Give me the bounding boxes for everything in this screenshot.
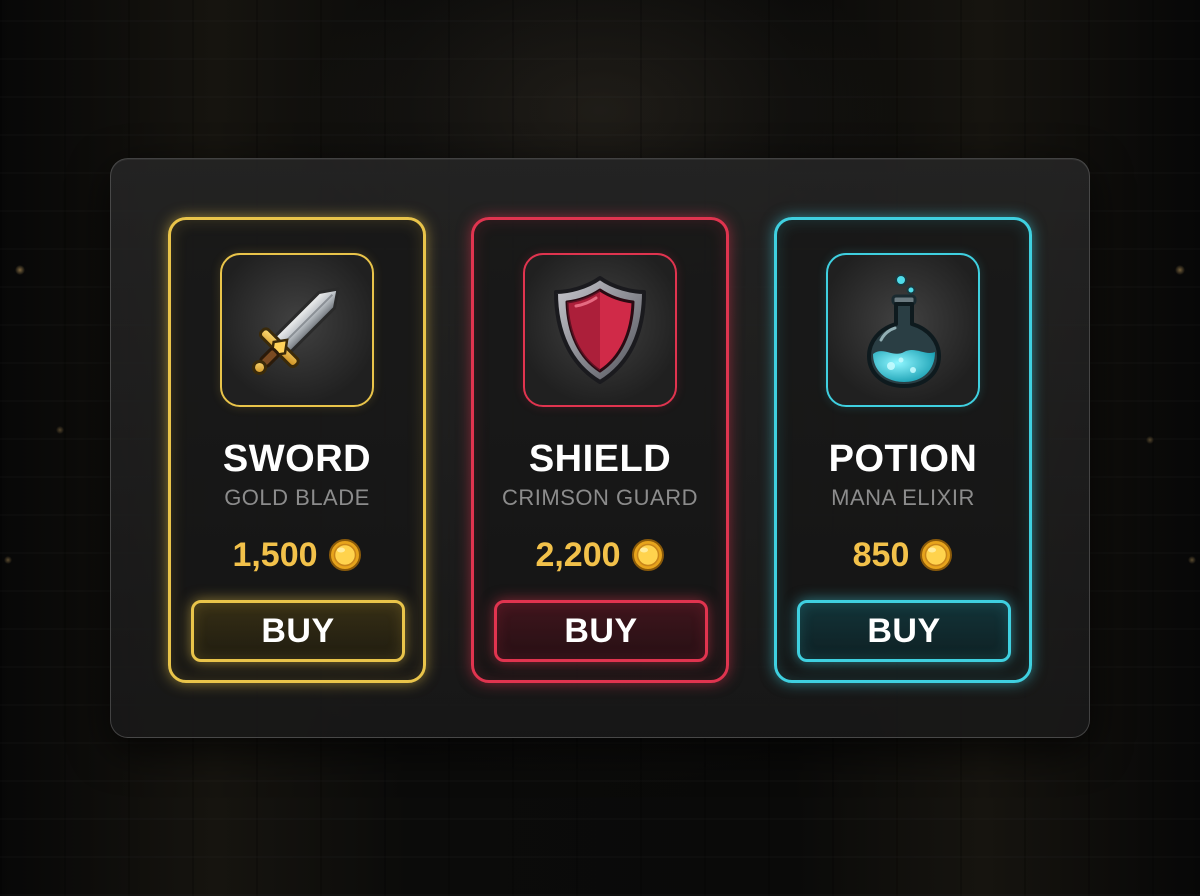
item-price-row: 1,500 xyxy=(171,535,423,575)
item-price-row: 850 xyxy=(777,535,1029,575)
buy-button[interactable]: BUY xyxy=(797,600,1011,662)
item-price: 1,500 xyxy=(232,536,318,574)
shield-icon xyxy=(554,276,646,384)
buy-button[interactable]: BUY xyxy=(191,600,405,662)
gold-coin-icon xyxy=(328,539,361,571)
gold-coin-icon xyxy=(920,539,953,571)
item-subtitle: CRIMSON GUARD xyxy=(502,485,698,510)
shop-item-card-shield: SHIELD CRIMSON GUARD 2,200 BUY xyxy=(471,217,729,683)
item-price-row: 2,200 xyxy=(474,535,726,575)
sword-icon xyxy=(252,287,340,375)
buy-button[interactable]: BUY xyxy=(494,600,708,662)
item-name: SHIELD xyxy=(528,438,672,480)
item-name: POTION xyxy=(828,438,978,480)
item-subtitle: MANA ELIXIR xyxy=(831,485,975,510)
item-subtitle: GOLD BLADE xyxy=(224,485,370,510)
shop-panel: SWORD GOLD BLADE 1,500 BUY SHIELD CRIMSO… xyxy=(110,158,1090,738)
item-name: SWORD xyxy=(222,438,372,480)
shop-item-card-potion: POTION MANA ELIXIR 850 BUY xyxy=(774,217,1032,683)
item-price: 850 xyxy=(852,536,910,574)
potion-flask-icon xyxy=(867,274,941,388)
item-icon-frame xyxy=(220,253,374,407)
shop-item-card-sword: SWORD GOLD BLADE 1,500 BUY xyxy=(168,217,426,683)
item-price: 2,200 xyxy=(535,536,621,574)
gold-coin-icon xyxy=(631,539,664,571)
item-icon-frame xyxy=(523,253,677,407)
item-icon-frame xyxy=(826,253,980,407)
